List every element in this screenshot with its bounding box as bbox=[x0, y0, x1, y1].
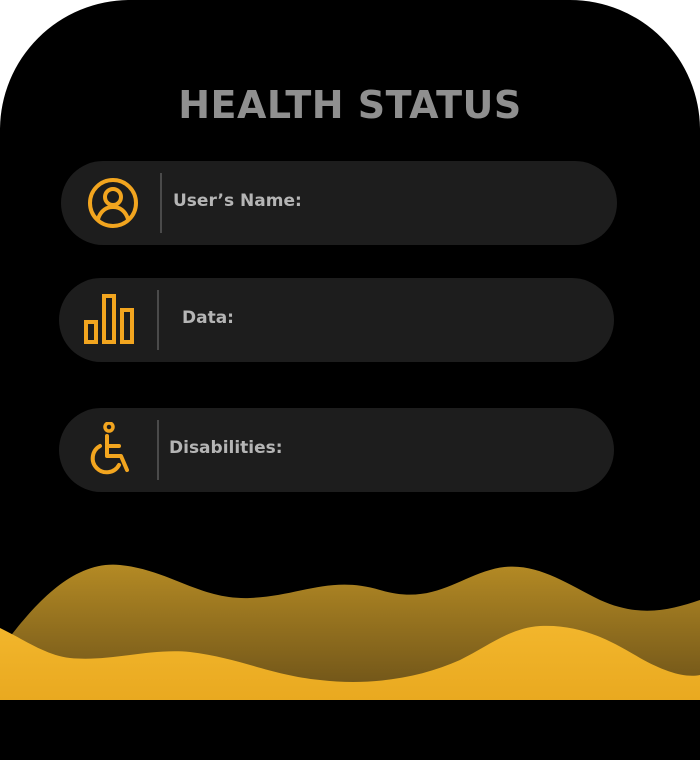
disabilities-field[interactable]: Disabilities: bbox=[59, 408, 614, 492]
field-divider bbox=[157, 420, 159, 480]
data-label: Data: bbox=[182, 308, 234, 328]
user-name-field[interactable]: User’s Name: bbox=[61, 161, 617, 245]
user-name-label: User’s Name: bbox=[173, 191, 302, 211]
data-field[interactable]: Data: bbox=[59, 278, 614, 362]
bar-chart-icon bbox=[84, 294, 134, 344]
wheelchair-icon bbox=[90, 422, 129, 475]
field-divider bbox=[157, 290, 159, 350]
field-divider bbox=[160, 173, 162, 233]
disabilities-label: Disabilities: bbox=[169, 438, 283, 458]
page-title: HEALTH STATUS bbox=[178, 83, 522, 127]
user-circle-icon bbox=[88, 178, 138, 228]
decorative-wave bbox=[0, 564, 700, 700]
phone-screen: HEALTH STATUS User’s Name: Data: Disabil… bbox=[0, 0, 700, 760]
